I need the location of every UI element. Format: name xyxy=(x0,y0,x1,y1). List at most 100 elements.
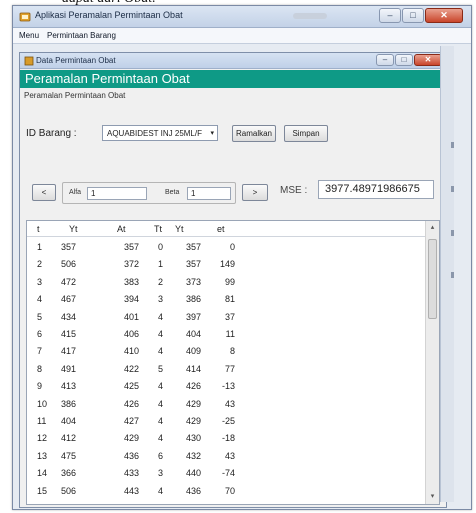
table-row[interactable]: 13 475 436 6 432 43 xyxy=(27,448,439,465)
simpan-button[interactable]: Simpan xyxy=(284,125,328,142)
table-cell: 12 xyxy=(37,433,48,444)
column-header-forecast[interactable]: Yt xyxy=(175,224,209,234)
scroll-up-icon[interactable]: ▴ xyxy=(428,223,437,233)
table-cell: 4 xyxy=(37,294,43,305)
table-cell: 99 xyxy=(224,276,235,287)
edge-mark xyxy=(451,230,454,236)
table-cell: 6 xyxy=(37,329,43,339)
table-cell: 43 xyxy=(224,398,235,409)
table-row[interactable]: 9 413 425 4 426 -13 xyxy=(27,378,439,395)
table-cell: 506 xyxy=(61,485,77,496)
table-cell: 394 xyxy=(123,294,139,305)
table-cell: 43 xyxy=(224,450,235,461)
table-cell: 81 xyxy=(224,294,235,305)
column-header-at[interactable]: At xyxy=(117,224,151,234)
table-cell: 443 xyxy=(123,485,139,496)
table-cell: 410 xyxy=(123,346,139,357)
menu-item-permintaan-barang[interactable]: Permintaan Barang xyxy=(47,31,116,40)
table-cell: 401 xyxy=(123,311,139,322)
column-header-et[interactable]: et xyxy=(217,224,245,234)
table-cell: 429 xyxy=(185,398,201,409)
alfa-input[interactable]: 1 xyxy=(87,187,147,200)
table-cell: 4 xyxy=(157,416,163,426)
maximize-button[interactable]: □ xyxy=(402,8,424,23)
next-button[interactable]: > xyxy=(242,184,268,201)
edge-mark xyxy=(451,272,454,278)
child-minimize-button[interactable]: – xyxy=(376,54,394,66)
table-cell: 2 xyxy=(157,276,163,287)
close-button[interactable]: ✕ xyxy=(425,8,463,23)
table-cell: 7 xyxy=(37,346,43,357)
ramalkan-button[interactable]: Ramalkan xyxy=(232,125,276,142)
table-cell: 3 xyxy=(157,468,163,479)
id-barang-label: ID Barang : xyxy=(26,128,77,139)
child-close-button[interactable]: ✕ xyxy=(414,54,442,66)
table-header: t Yt At Tt Yt et xyxy=(27,221,439,237)
forecast-table[interactable]: t Yt At Tt Yt et 1 357 357 0 357 0 2 506 372 1 357… xyxy=(26,220,440,505)
mse-value-field[interactable]: 3977.48971986675 xyxy=(318,180,434,199)
child-titlebar: Data Permintaan Obat – □ ✕ xyxy=(20,53,446,69)
scrollbar-thumb[interactable] xyxy=(428,239,437,319)
table-cell: 436 xyxy=(123,450,139,461)
table-cell: 70 xyxy=(224,485,235,496)
table-cell: 506 xyxy=(61,259,77,270)
id-barang-value: AQUABIDEST INJ 25ML/F xyxy=(107,129,202,138)
table-cell: 37 xyxy=(224,311,235,322)
table-row[interactable]: 10 386 426 4 429 43 xyxy=(27,396,439,413)
previous-button[interactable]: < xyxy=(32,184,56,201)
table-cell: 386 xyxy=(61,398,77,409)
menu-item-menu[interactable]: Menu xyxy=(19,31,39,40)
table-cell: 4 xyxy=(157,346,163,357)
table-row[interactable]: 4 467 394 3 386 81 xyxy=(27,291,439,308)
table-cell: 366 xyxy=(61,468,77,479)
child-maximize-button[interactable]: □ xyxy=(395,54,413,66)
table-row[interactable]: 6 415 406 4 404 11 xyxy=(27,326,439,343)
page-subtitle: Peramalan Permintaan Obat xyxy=(24,91,126,100)
table-row[interactable]: 1 357 357 0 357 0 xyxy=(27,239,439,256)
chevron-down-icon[interactable]: ▾ xyxy=(210,129,214,137)
table-cell: 491 xyxy=(61,363,77,374)
table-cell: 404 xyxy=(61,416,77,426)
table-cell: 4 xyxy=(157,433,163,444)
table-cell: 8 xyxy=(37,363,43,374)
table-row[interactable]: 2 506 372 1 357 149 xyxy=(27,256,439,273)
alfa-label: Alfa xyxy=(69,189,82,196)
column-header-yt[interactable]: Yt xyxy=(69,224,99,234)
table-cell: 397 xyxy=(185,311,201,322)
table-row[interactable]: 14 366 433 3 440 -74 xyxy=(27,465,439,482)
table-row[interactable]: 15 506 443 4 436 70 xyxy=(27,483,439,500)
table-cell: 3 xyxy=(157,294,163,305)
table-row[interactable]: 8 491 422 5 414 77 xyxy=(27,361,439,378)
table-cell: 5 xyxy=(157,363,163,374)
table-cell: -13 xyxy=(221,381,235,392)
table-cell: 436 xyxy=(185,485,201,496)
table-cell: 0 xyxy=(157,242,163,252)
column-header-t[interactable]: t xyxy=(37,224,40,234)
table-cell: -25 xyxy=(221,416,235,426)
table-cell: 4 xyxy=(157,381,163,392)
app-titlebar: Aplikasi Peramalan Permintaan Obat – □ ✕ xyxy=(13,6,471,28)
table-row[interactable]: 12 412 429 4 430 -18 xyxy=(27,430,439,447)
table-cell: 386 xyxy=(185,294,201,305)
table-cell: 14 xyxy=(37,468,48,479)
table-row[interactable]: 11 404 427 4 429 -25 xyxy=(27,413,439,430)
beta-input[interactable]: 1 xyxy=(187,187,231,200)
column-header-tt[interactable]: Tt xyxy=(154,224,168,234)
table-cell: 415 xyxy=(61,329,77,339)
table-cell: 2 xyxy=(37,259,43,270)
menu-bar: Menu Permintaan Barang xyxy=(13,28,471,44)
minimize-button[interactable]: – xyxy=(379,8,401,23)
table-row[interactable]: 5 434 401 4 397 37 xyxy=(27,309,439,326)
table-cell: 15 xyxy=(37,485,48,496)
table-cell: 10 xyxy=(37,398,48,409)
titlebar-blurred-region xyxy=(293,13,327,19)
id-barang-combobox[interactable]: AQUABIDEST INJ 25ML/F ▾ xyxy=(102,125,218,141)
table-cell: 404 xyxy=(185,329,201,339)
table-row[interactable]: 3 472 383 2 373 99 xyxy=(27,274,439,291)
table-cell: -74 xyxy=(221,468,235,479)
table-cell: 4 xyxy=(157,485,163,496)
table-scrollbar[interactable]: ▴ ▾ xyxy=(425,221,439,504)
header-band: Peramalan Permintaan Obat xyxy=(20,70,446,88)
scroll-down-icon[interactable]: ▾ xyxy=(428,492,437,502)
table-row[interactable]: 7 417 410 4 409 8 xyxy=(27,343,439,360)
